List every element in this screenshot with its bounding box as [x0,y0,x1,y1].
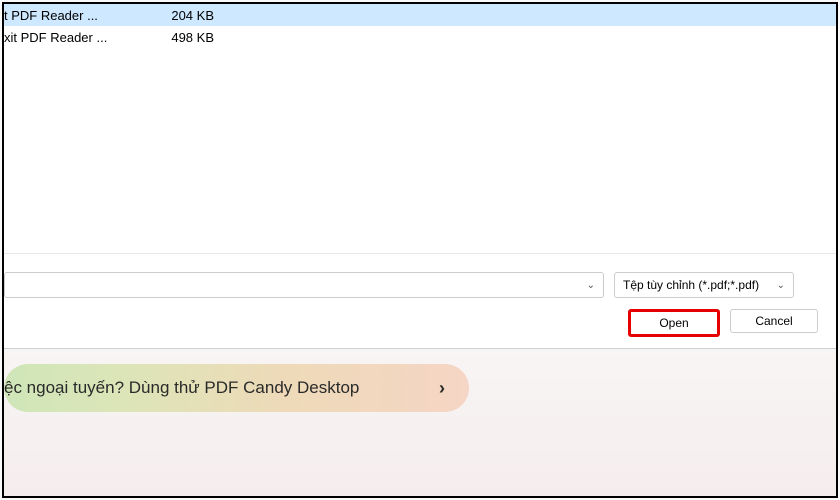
filename-row: ⌄ Tệp tùy chỉnh (*.pdf;*.pdf) ⌄ [4,272,818,298]
file-type-filter[interactable]: Tệp tùy chỉnh (*.pdf;*.pdf) ⌄ [614,272,794,298]
open-button-label: Open [659,316,688,330]
cancel-button[interactable]: Cancel [730,309,818,333]
chevron-down-icon: ⌄ [587,280,595,291]
dialog-bottom-bar: ⌄ Tệp tùy chỉnh (*.pdf;*.pdf) ⌄ Open Can… [4,253,836,348]
file-row-selected[interactable]: t PDF Reader ... 204 KB [4,4,836,26]
banner-text: ệc ngoại tuyến? Dùng thử PDF Candy Deskt… [4,378,427,398]
screenshot-frame: t PDF Reader ... 204 KB xit PDF Reader .… [2,2,838,498]
filename-combobox[interactable]: ⌄ [4,272,604,298]
file-name: xit PDF Reader ... [4,30,154,45]
pdf-candy-banner[interactable]: ệc ngoại tuyến? Dùng thử PDF Candy Deskt… [4,364,469,412]
file-list[interactable]: t PDF Reader ... 204 KB xit PDF Reader .… [4,4,836,239]
file-name: t PDF Reader ... [4,8,154,23]
chevron-right-icon: › [439,378,445,399]
file-row[interactable]: xit PDF Reader ... 498 KB [4,26,836,48]
open-button[interactable]: Open [628,309,720,337]
chevron-down-icon: ⌄ [777,280,785,291]
file-size: 498 KB [154,30,224,45]
file-size: 204 KB [154,8,224,23]
file-open-dialog: t PDF Reader ... 204 KB xit PDF Reader .… [4,4,836,349]
dialog-buttons: Open Cancel [628,309,818,337]
filter-selected-text: Tệp tùy chỉnh (*.pdf;*.pdf) [623,278,759,292]
cancel-button-label: Cancel [755,314,792,328]
